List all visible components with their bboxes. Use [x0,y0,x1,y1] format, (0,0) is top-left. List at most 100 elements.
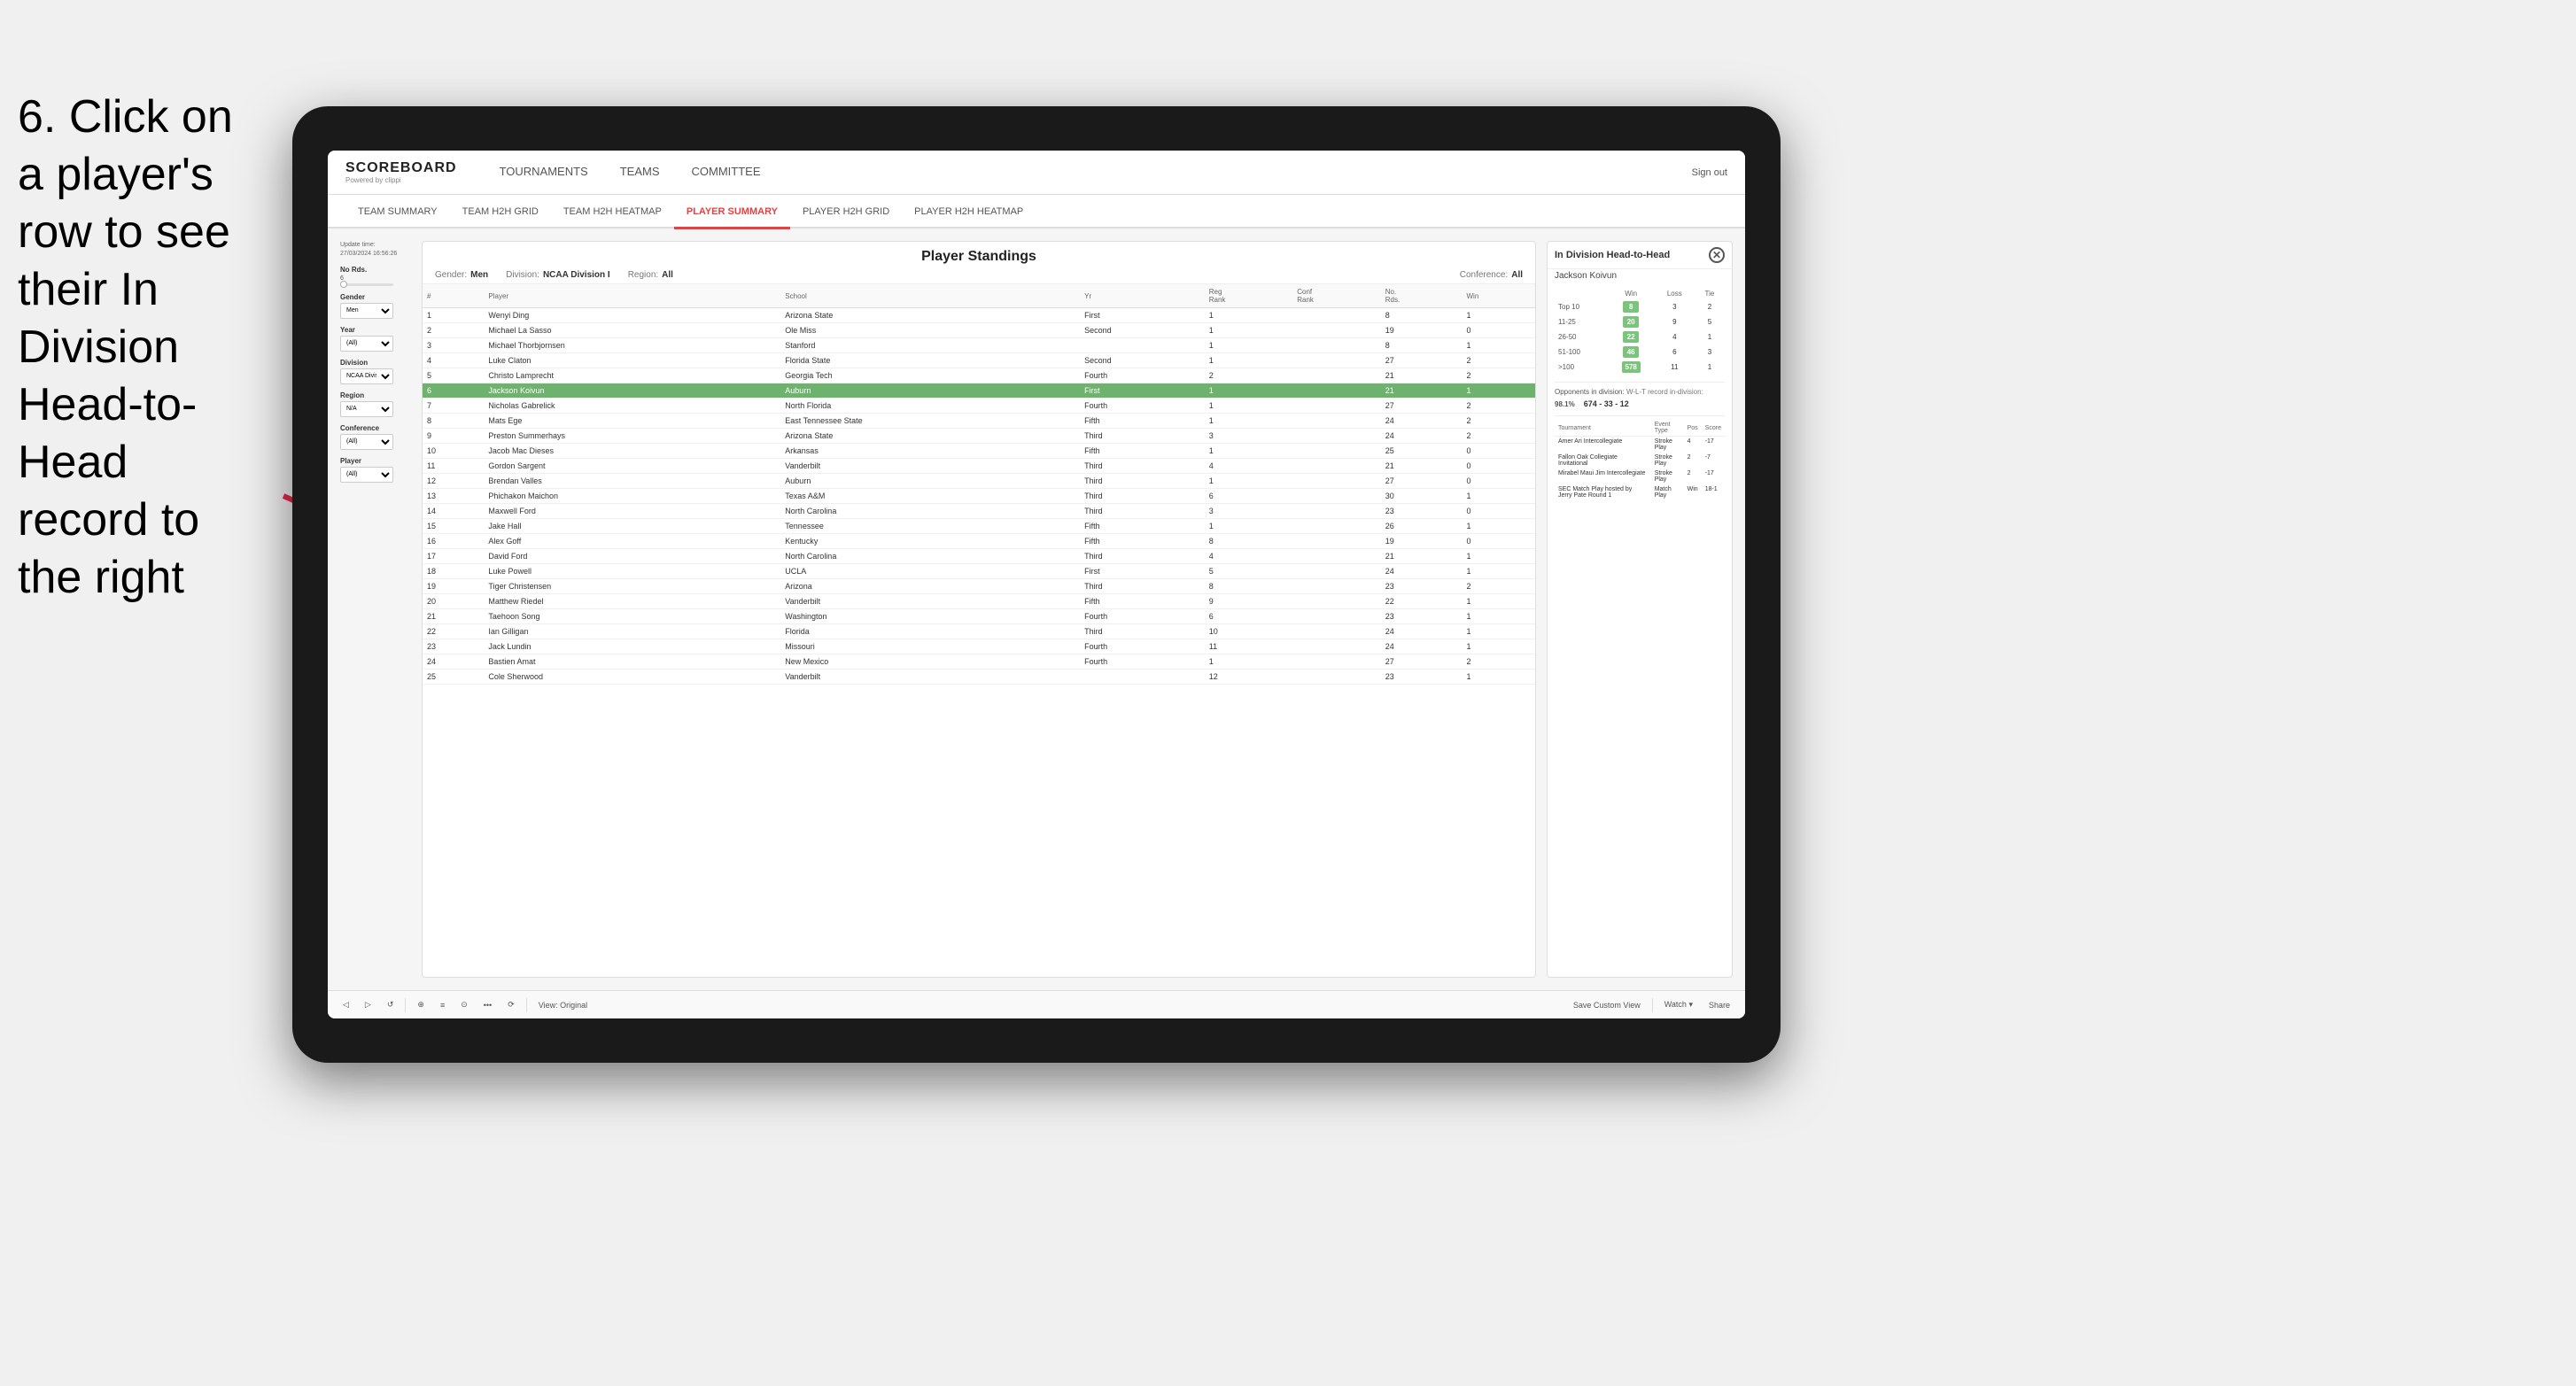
subnav-player-h2h-heatmap[interactable]: PLAYER H2H HEATMAP [902,196,1036,229]
watch-btn[interactable]: Watch ▾ [1660,998,1697,1011]
table-row[interactable]: 8 Mats Ege East Tennessee State Fifth 1 … [423,414,1535,429]
player-select[interactable]: (All) [340,467,393,483]
panel-header: Player Standings Gender: Men Division: N… [423,242,1535,284]
cell-conf-rank [1292,504,1381,519]
region-select[interactable]: N/A [340,401,393,417]
region-filter: Region N/A [340,391,411,417]
h2h-panel: In Division Head-to-Head ✕ Jackson Koivu… [1547,241,1733,978]
cell-conf-rank [1292,549,1381,564]
cell-win: 2 [1462,368,1535,383]
conference-select[interactable]: (All) [340,434,393,450]
share-btn[interactable]: Share [1704,999,1734,1011]
cell-win: 1 [1462,624,1535,639]
cell-school: Washington [780,609,1080,624]
division-filter: Division NCAA Division I [340,359,411,384]
year-select[interactable]: (All) [340,336,393,352]
add-btn[interactable]: ⊕ [413,998,429,1011]
loop-btn[interactable]: ⟳ [503,998,519,1011]
no-rds-label: No Rds. [340,266,411,274]
cell-reg-rank: 1 [1205,519,1293,534]
cell-reg-rank: 6 [1205,609,1293,624]
cell-yr: Third [1080,504,1205,519]
table-row[interactable]: 12 Brendan Valles Auburn Third 1 27 0 [423,474,1535,489]
cell-win: 1 [1462,489,1535,504]
subnav-team-h2h-heatmap[interactable]: TEAM H2H HEATMAP [551,196,674,229]
col-pos: Pos [1684,420,1702,437]
table-row[interactable]: 10 Jacob Mac Dieses Arkansas Fifth 1 25 … [423,444,1535,459]
no-rds-slider[interactable] [340,283,393,286]
subnav-team-h2h-grid[interactable]: TEAM H2H GRID [450,196,551,229]
view-original-btn[interactable]: View: Original [534,999,592,1011]
division-filter-label: Division [340,359,411,367]
subnav-team-summary[interactable]: TEAM SUMMARY [345,196,450,229]
table-row[interactable]: 24 Bastien Amat New Mexico Fourth 1 27 2 [423,654,1535,670]
nav-committee[interactable]: COMMITTEE [676,151,777,195]
col-player: Player [484,284,780,308]
nav-right: Sign out [1692,167,1727,178]
undo-btn[interactable]: ◁ [338,998,353,1011]
table-row[interactable]: 6 Jackson Koivun Auburn First 1 21 1 [423,383,1535,399]
table-row[interactable]: 5 Christo Lamprecht Georgia Tech Fourth … [423,368,1535,383]
menu-btn[interactable]: ≡ [436,999,449,1011]
cell-conf-rank [1292,594,1381,609]
cell-num: 3 [423,338,484,353]
tournament-name: Mirabel Maui Jim Intercollegiate [1555,468,1651,484]
sign-out-link[interactable]: Sign out [1692,167,1727,178]
table-row[interactable]: 20 Matthew Riedel Vanderbilt Fifth 9 22 … [423,594,1535,609]
table-row[interactable]: 15 Jake Hall Tennessee Fifth 1 26 1 [423,519,1535,534]
nav-teams[interactable]: TEAMS [604,151,676,195]
subnav-player-h2h-grid[interactable]: PLAYER H2H GRID [790,196,902,229]
h2h-close-button[interactable]: ✕ [1709,247,1725,263]
table-row[interactable]: 19 Tiger Christensen Arizona Third 8 23 … [423,579,1535,594]
nav-tournaments[interactable]: TOURNAMENTS [484,151,604,195]
circle-btn[interactable]: ⊙ [456,998,472,1011]
table-row[interactable]: 11 Gordon Sargent Vanderbilt Third 4 21 … [423,459,1535,474]
table-row[interactable]: 3 Michael Thorbjornsen Stanford 1 8 1 [423,338,1535,353]
tournament-event-type: Stroke Play [1651,437,1684,453]
table-row[interactable]: 9 Preston Summerhays Arizona State Third… [423,429,1535,444]
table-row[interactable]: 25 Cole Sherwood Vanderbilt 12 23 1 [423,670,1535,685]
player-filter: Player (All) [340,457,411,483]
table-row[interactable]: 16 Alex Goff Kentucky Fifth 8 19 0 [423,534,1535,549]
cell-conf-rank [1292,534,1381,549]
table-row[interactable]: 18 Luke Powell UCLA First 5 24 1 [423,564,1535,579]
table-row[interactable]: 2 Michael La Sasso Ole Miss Second 1 19 … [423,323,1535,338]
gender-select[interactable]: Men [340,303,393,319]
conference-filter: Conference (All) [340,424,411,450]
cell-no-rds: 27 [1381,654,1463,670]
table-row[interactable]: 17 David Ford North Carolina Third 4 21 … [423,549,1535,564]
h2h-range: Top 10 [1555,299,1608,314]
subnav-player-summary[interactable]: PLAYER SUMMARY [674,196,790,229]
table-row[interactable]: 22 Ian Gilligan Florida Third 10 24 1 [423,624,1535,639]
table-row[interactable]: 7 Nicholas Gabrelick North Florida Fourt… [423,399,1535,414]
save-custom-btn[interactable]: Save Custom View [1569,999,1645,1011]
h2h-tie: 3 [1695,345,1725,360]
tournament-pos: Win [1684,484,1702,500]
division-select[interactable]: NCAA Division I [340,368,393,384]
cell-num: 19 [423,579,484,594]
cell-player: Michael Thorbjornsen [484,338,780,353]
cell-player: Nicholas Gabrelick [484,399,780,414]
cell-player: Preston Summerhays [484,429,780,444]
tournament-name: Fallon Oak Collegiate Invitational [1555,453,1651,468]
redo-btn[interactable]: ▷ [361,998,376,1011]
table-row[interactable]: 1 Wenyi Ding Arizona State First 1 8 1 [423,308,1535,323]
cell-no-rds: 24 [1381,564,1463,579]
cell-win: 1 [1462,609,1535,624]
table-row[interactable]: 21 Taehoon Song Washington Fourth 6 23 1 [423,609,1535,624]
cell-win: 1 [1462,564,1535,579]
cell-num: 14 [423,504,484,519]
table-row[interactable]: 13 Phichakon Maichon Texas A&M Third 6 3… [423,489,1535,504]
cell-school: Ole Miss [780,323,1080,338]
year-filter-label: Year [340,326,411,334]
table-row[interactable]: 14 Maxwell Ford North Carolina Third 3 2… [423,504,1535,519]
refresh-btn[interactable]: ↺ [383,998,399,1011]
h2h-col-range [1555,288,1608,299]
h2h-col-loss: Loss [1655,288,1695,299]
conference-filter-label: Conference [340,424,411,432]
dots-btn[interactable]: ••• [479,999,496,1011]
table-row[interactable]: 4 Luke Claton Florida State Second 1 27 … [423,353,1535,368]
cell-reg-rank: 8 [1205,534,1293,549]
bottom-toolbar: ◁ ▷ ↺ ⊕ ≡ ⊙ ••• ⟳ View: Original Save Cu… [328,990,1745,1018]
table-row[interactable]: 23 Jack Lundin Missouri Fourth 11 24 1 [423,639,1535,654]
